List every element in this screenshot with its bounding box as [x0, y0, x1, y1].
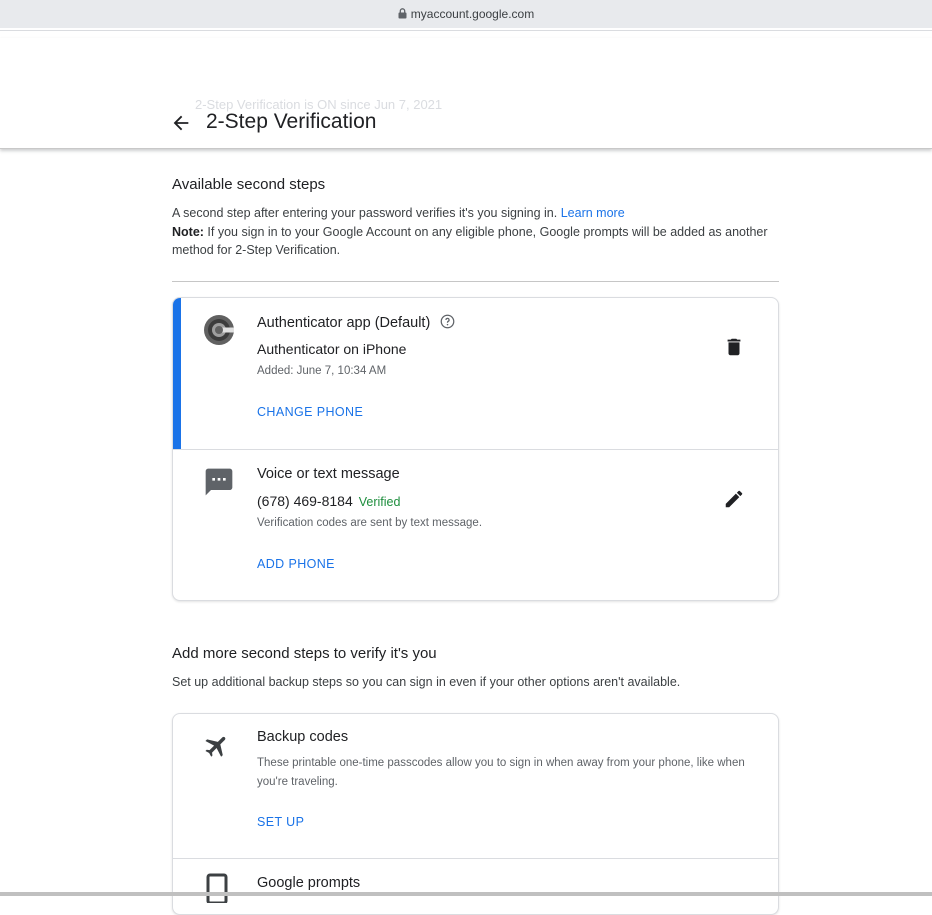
trash-icon[interactable] — [723, 336, 745, 358]
browser-address-bar[interactable]: myaccount.google.com — [0, 0, 932, 31]
available-steps-description: A second step after entering your passwo… — [172, 204, 772, 260]
method-title: Voice or text message — [257, 466, 400, 482]
edit-pencil-icon[interactable] — [723, 488, 745, 510]
available-steps-heading: Available second steps — [172, 176, 326, 193]
airplane-icon — [205, 736, 226, 757]
backup-row-codes: Backup codes These printable one-time pa… — [173, 714, 778, 858]
url-display[interactable]: myaccount.google.com — [0, 7, 932, 21]
available-desc-text: A second step after entering your passwo… — [172, 206, 558, 220]
method-description: Verification codes are sent by text mess… — [257, 517, 483, 529]
url-text: myaccount.google.com — [410, 7, 535, 21]
learn-more-link[interactable]: Learn more — [561, 206, 625, 220]
backup-codes-title: Backup codes — [257, 729, 349, 745]
note-label: Note: — [172, 224, 204, 239]
method-added-date: Added: June 7, 10:34 AM — [257, 365, 387, 377]
back-arrow-icon[interactable] — [170, 112, 192, 134]
method-phone-number: (678) 469-8184 Verified — [257, 493, 400, 509]
method-row-authenticator: Authenticator app (Default) Authenticato… — [173, 298, 778, 449]
page-title: 2-Step Verification — [206, 110, 377, 133]
method-title: Authenticator app (Default) — [257, 314, 455, 331]
add-more-heading: Add more second steps to verify it's you — [172, 645, 437, 662]
authenticator-icon — [204, 315, 234, 345]
section-divider — [172, 281, 779, 282]
help-icon[interactable] — [440, 314, 455, 329]
add-phone-button[interactable]: ADD PHONE — [257, 557, 335, 571]
change-phone-button[interactable]: CHANGE PHONE — [257, 405, 363, 419]
google-prompts-title: Google prompts — [257, 875, 361, 891]
method-row-sms: Voice or text message (678) 469-8184 Veri… — [173, 449, 778, 600]
backup-steps-card: Backup codes These printable one-time pa… — [172, 713, 779, 915]
lock-icon — [398, 8, 407, 19]
backup-row-prompts: Google prompts — [173, 858, 778, 914]
sms-icon — [205, 468, 233, 496]
second-steps-card: Authenticator app (Default) Authenticato… — [172, 297, 779, 601]
backup-codes-description: These printable one-time passcodes allow… — [257, 757, 745, 788]
add-more-description: Set up additional backup steps so you ca… — [172, 675, 681, 689]
setup-backup-codes-button[interactable]: SET UP — [257, 815, 304, 829]
method-subtitle: Authenticator on iPhone — [257, 341, 407, 357]
window-bottom-edge — [0, 892, 932, 896]
phone-number-text: (678) 469-8184 — [257, 493, 353, 509]
phone-icon — [206, 873, 228, 903]
note-text: If you sign in to your Google Account on… — [172, 224, 768, 258]
page-header — [0, 38, 932, 149]
verified-badge: Verified — [358, 495, 401, 509]
method-title-text: Authenticator app (Default) — [257, 315, 431, 331]
url-pill[interactable]: myaccount.google.com — [0, 0, 932, 28]
default-method-accent — [173, 298, 181, 449]
